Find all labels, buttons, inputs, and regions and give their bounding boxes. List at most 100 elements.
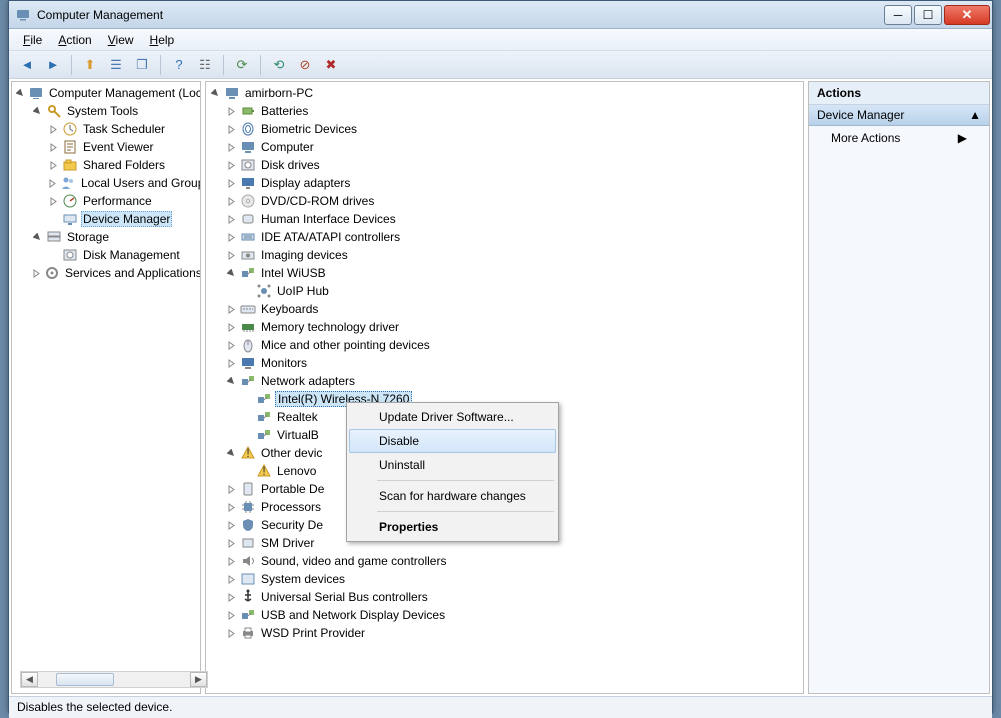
expand-toggle-icon[interactable]	[226, 592, 237, 603]
expand-toggle-icon[interactable]	[226, 628, 237, 639]
device-tree-item[interactable]: Monitors	[208, 354, 803, 372]
console-tree-item[interactable]: Device Manager	[14, 210, 200, 228]
expand-toggle-icon[interactable]	[32, 106, 43, 117]
console-tree-item[interactable]: System Tools	[14, 102, 200, 120]
context-menu-item[interactable]: Update Driver Software...	[349, 405, 556, 429]
device-tree-item[interactable]: Universal Serial Bus controllers	[208, 588, 803, 606]
expand-toggle-icon[interactable]	[48, 196, 59, 207]
context-menu-item[interactable]: Uninstall	[349, 453, 556, 477]
toolbar-props-button[interactable]: ☷	[193, 54, 217, 76]
expand-toggle-icon[interactable]	[226, 376, 237, 387]
expand-toggle-icon[interactable]	[226, 610, 237, 621]
device-tree-item[interactable]: System devices	[208, 570, 803, 588]
device-tree-item[interactable]: Biometric Devices	[208, 120, 803, 138]
console-tree-pane[interactable]: Computer Management (Local)System ToolsT…	[11, 81, 201, 694]
console-tree-item[interactable]: Event Viewer	[14, 138, 200, 156]
expand-toggle-icon[interactable]	[226, 214, 237, 225]
device-tree-item[interactable]: Display adapters	[208, 174, 803, 192]
expand-toggle-icon[interactable]	[210, 88, 221, 99]
console-tree-item[interactable]: Services and Applications	[14, 264, 200, 282]
titlebar[interactable]: Computer Management ─ ☐ ✕	[9, 1, 992, 29]
toolbar-toggle-tree-button[interactable]: ☰	[104, 54, 128, 76]
scroll-left-button[interactable]: ◀	[21, 672, 38, 687]
console-tree-item[interactable]: Disk Management	[14, 246, 200, 264]
expand-toggle-icon[interactable]	[16, 88, 25, 99]
context-menu-item[interactable]: Disable	[349, 429, 556, 453]
expand-toggle-icon[interactable]	[48, 160, 59, 171]
expand-toggle-icon[interactable]	[226, 250, 237, 261]
toolbar-new-window-button[interactable]: ❐	[130, 54, 154, 76]
context-menu-item[interactable]: Properties	[349, 515, 556, 539]
console-tree-item[interactable]: Performance	[14, 192, 200, 210]
console-tree-item[interactable]: Local Users and Groups	[14, 174, 200, 192]
expand-toggle-icon[interactable]	[226, 196, 237, 207]
console-tree-item[interactable]: Shared Folders	[14, 156, 200, 174]
device-tree-pane[interactable]: amirborn-PCBatteriesBiometric DevicesCom…	[205, 81, 804, 694]
console-tree-item[interactable]: Task Scheduler	[14, 120, 200, 138]
device-tree-item[interactable]: Memory technology driver	[208, 318, 803, 336]
expand-toggle-icon[interactable]	[226, 340, 237, 351]
device-tree-item[interactable]: Keyboards	[208, 300, 803, 318]
menu-file[interactable]: File	[17, 31, 48, 49]
expand-toggle-icon[interactable]	[226, 448, 237, 459]
expand-toggle-icon[interactable]	[226, 106, 237, 117]
toolbar-back-button[interactable]: ◄	[15, 54, 39, 76]
toolbar-up-button[interactable]: ⬆	[78, 54, 102, 76]
console-tree-item[interactable]: Computer Management (Local)	[14, 84, 200, 102]
expand-toggle-icon[interactable]	[48, 142, 59, 153]
context-menu-item[interactable]: Scan for hardware changes	[349, 484, 556, 508]
menu-action[interactable]: Action	[52, 31, 97, 49]
minimize-button[interactable]: ─	[884, 5, 912, 25]
expand-toggle-icon[interactable]	[226, 322, 237, 333]
toolbar-disable-button[interactable]: ⊘	[293, 54, 317, 76]
console-tree-item[interactable]: Storage	[14, 228, 200, 246]
toolbar-help-button[interactable]: ?	[167, 54, 191, 76]
expand-toggle-icon[interactable]	[226, 178, 237, 189]
scroll-thumb[interactable]	[56, 673, 114, 686]
device-tree-item[interactable]: Sound, video and game controllers	[208, 552, 803, 570]
expand-toggle-icon[interactable]	[48, 124, 59, 135]
expand-toggle-icon[interactable]	[226, 304, 237, 315]
device-tree-item[interactable]: Batteries	[208, 102, 803, 120]
scroll-track[interactable]	[38, 672, 190, 687]
expand-toggle-icon[interactable]	[226, 556, 237, 567]
expand-toggle-icon[interactable]	[226, 520, 237, 531]
expand-toggle-icon[interactable]	[226, 232, 237, 243]
toolbar-forward-button[interactable]: ►	[41, 54, 65, 76]
device-tree-item[interactable]: WSD Print Provider	[208, 624, 803, 642]
device-tree-item[interactable]: Disk drives	[208, 156, 803, 174]
expand-toggle-icon[interactable]	[226, 502, 237, 513]
device-tree-item[interactable]: Intel WiUSB	[208, 264, 803, 282]
expand-toggle-icon[interactable]	[226, 142, 237, 153]
expand-toggle-icon[interactable]	[48, 178, 57, 189]
expand-toggle-icon[interactable]	[226, 358, 237, 369]
device-tree-item[interactable]: Mice and other pointing devices	[208, 336, 803, 354]
close-button[interactable]: ✕	[944, 5, 990, 25]
device-tree-item[interactable]: Computer	[208, 138, 803, 156]
device-tree-item[interactable]: Human Interface Devices	[208, 210, 803, 228]
device-tree-item[interactable]: IDE ATA/ATAPI controllers	[208, 228, 803, 246]
expand-toggle-icon[interactable]	[226, 268, 237, 279]
expand-toggle-icon[interactable]	[32, 232, 43, 243]
device-tree-item[interactable]: Imaging devices	[208, 246, 803, 264]
menu-view[interactable]: View	[102, 31, 140, 49]
device-tree-item[interactable]: USB and Network Display Devices	[208, 606, 803, 624]
device-tree-item[interactable]: DVD/CD-ROM drives	[208, 192, 803, 210]
actions-panel-title[interactable]: Device Manager ▲	[809, 105, 989, 126]
toolbar-uninstall-button[interactable]: ✖	[319, 54, 343, 76]
device-tree-item[interactable]: UoIP Hub	[208, 282, 803, 300]
expand-toggle-icon[interactable]	[32, 268, 41, 279]
scroll-right-button[interactable]: ▶	[190, 672, 207, 687]
actions-more[interactable]: More Actions ▶	[809, 126, 989, 150]
expand-toggle-icon[interactable]	[226, 160, 237, 171]
left-pane-hscrollbar[interactable]: ◀ ▶	[20, 671, 208, 688]
device-tree-item[interactable]: amirborn-PC	[208, 84, 803, 102]
device-tree-item[interactable]: Network adapters	[208, 372, 803, 390]
expand-toggle-icon[interactable]	[226, 484, 237, 495]
menu-help[interactable]: Help	[144, 31, 181, 49]
toolbar-scan-button[interactable]: ⟳	[230, 54, 254, 76]
toolbar-update-button[interactable]: ⟲	[267, 54, 291, 76]
expand-toggle-icon[interactable]	[226, 538, 237, 549]
expand-toggle-icon[interactable]	[226, 574, 237, 585]
expand-toggle-icon[interactable]	[226, 124, 237, 135]
